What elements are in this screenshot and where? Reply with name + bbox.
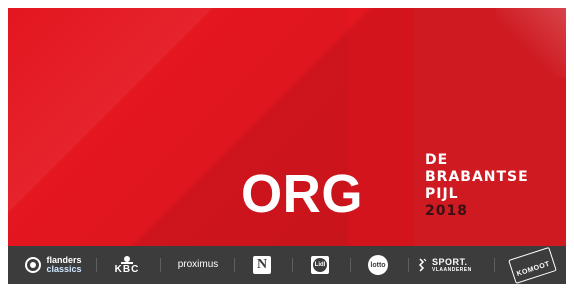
divider — [350, 258, 351, 272]
vlaanderen-line: VLAANDEREN — [432, 266, 472, 273]
nieuwsblad-n: N — [256, 257, 268, 272]
panel-glow — [496, 8, 566, 78]
event-line-3: PIJL — [425, 186, 459, 202]
sponsor-kbc: KBC — [106, 246, 148, 284]
event-year: 2018 — [425, 203, 468, 219]
poster: ORG DE BRABANTSE PIJL 2018 flanders clas… — [0, 0, 574, 291]
sponsor-lotto: lotto — [360, 246, 396, 284]
event-line-2: BRABANTSE — [425, 169, 529, 185]
sponsor-het-nieuwsblad: N — [244, 246, 280, 284]
komoot-logo: KOMOOT — [507, 246, 557, 284]
sponsor-lidl: Lidl — [302, 246, 338, 284]
lotto-wordmark: lotto — [370, 261, 386, 269]
sport-line: SPORT. — [432, 256, 468, 267]
hero-banner: ORG DE BRABANTSE PIJL 2018 — [8, 8, 566, 246]
lidl-icon: Lidl — [311, 256, 329, 274]
flanders-classics-wordmark: flanders classics — [46, 256, 81, 274]
sport-vlaanderen-wordmark: SPORT. VLAANDEREN — [432, 256, 472, 273]
divider — [96, 258, 97, 272]
divider — [408, 258, 409, 272]
divider — [494, 258, 495, 272]
lotto-icon: lotto — [368, 255, 388, 275]
kbc-logo: KBC — [115, 255, 140, 275]
divider — [292, 258, 293, 272]
sport-vlaanderen-icon — [418, 258, 427, 272]
proximus-wordmark: proximus — [177, 259, 219, 270]
org-title: ORG — [241, 164, 364, 224]
divider — [234, 258, 235, 272]
lidl-circle: Lidl — [313, 258, 327, 272]
komoot-wordmark: KOMOOT — [515, 260, 551, 278]
lidl-wordmark: Lidl — [314, 262, 326, 268]
sponsor-flanders-classics: flanders classics — [18, 246, 88, 284]
event-title: DE BRABANTSE PIJL 2018 — [425, 152, 566, 220]
komoot-badge: KOMOOT — [507, 246, 557, 284]
sponsor-proximus: proximus — [170, 246, 226, 284]
sponsor-komoot: KOMOOT — [504, 246, 560, 284]
het-nieuwsblad-icon: N — [253, 256, 271, 274]
flanders-classics-icon — [25, 257, 42, 273]
event-line-1: DE — [425, 152, 449, 168]
divider — [160, 258, 161, 272]
sponsor-bar: flanders classics KBC proximus N Lidl lo… — [8, 246, 566, 284]
classics-line: classics — [46, 264, 82, 274]
kbc-wordmark: KBC — [114, 264, 140, 275]
sponsor-sport-vlaanderen: SPORT. VLAANDEREN — [418, 246, 480, 284]
